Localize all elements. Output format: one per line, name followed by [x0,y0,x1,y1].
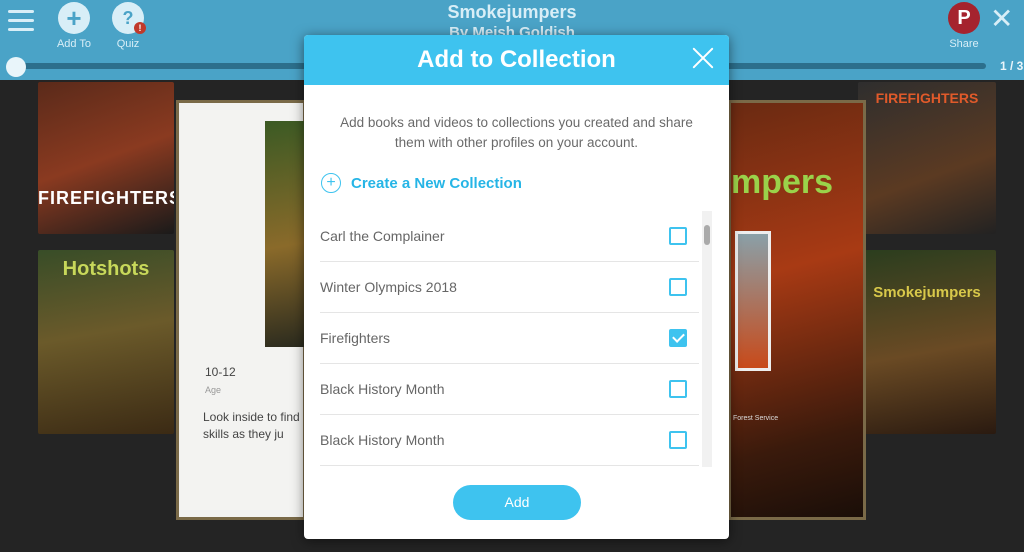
age-label: Age [205,385,222,395]
collection-checkbox-checked[interactable] [669,329,687,347]
book-tile[interactable]: FIREFIGHTERS [38,82,174,234]
book-tile-title: FIREFIGHTERS [38,188,174,208]
share-button[interactable]: P Share [942,2,986,50]
share-label: Share [949,38,979,50]
cover-title: mpers [731,163,834,201]
create-collection-label: Create a New Collection [351,174,522,192]
collection-item[interactable]: Winter Olympics 2018 [320,262,699,313]
pinterest-icon: P [948,2,980,34]
book-tile[interactable]: Smokejumpers [858,250,996,434]
book-tile-title: Hotshots [62,258,150,280]
book-description: Look inside to find skills as they ju [203,410,300,441]
close-reader-icon[interactable]: ✕ [990,2,1013,35]
collection-label: Black History Month [320,432,445,448]
collection-checkbox[interactable] [669,227,687,245]
book-tile[interactable]: FIREFIGHTERS [858,82,996,234]
collection-label: Carl the Complainer [320,228,445,244]
modal-header: Add to Collection [304,35,729,85]
collection-label: Black History Month [320,381,445,397]
collection-label: Winter Olympics 2018 [320,279,457,295]
collection-item[interactable]: Black History Month [320,415,699,466]
book-tile-title: FIREFIGHTERS [875,90,979,106]
create-new-collection-link[interactable]: + Create a New Collection [321,173,522,193]
collection-list[interactable]: Carl the Complainer Winter Olympics 2018… [320,211,699,467]
cover-footer: Forest Service [733,415,779,422]
book-cover-image [265,121,309,347]
collection-checkbox[interactable] [669,278,687,296]
add-button[interactable]: Add [453,485,581,520]
page-indicator: 1 / 3 [1000,59,1024,73]
progress-slider-knob[interactable] [6,57,26,77]
book-stats: 10-12 Age [205,365,236,395]
book-title: Smokejumpers [447,2,577,22]
collection-item[interactable]: Firefighters [320,313,699,364]
book-tile-title: Smokejumpers [873,284,981,301]
book-details-page: 10-12 Age Look inside to find skills as … [176,100,309,520]
collection-label: Firefighters [320,330,391,346]
scrollbar-thumb[interactable] [704,225,710,245]
add-to-collection-modal: Add to Collection Add books and videos t… [304,35,729,539]
collection-checkbox[interactable] [669,431,687,449]
close-icon[interactable] [691,46,715,70]
age-value: 10-12 [205,365,236,379]
collection-list-scrollbar[interactable] [702,211,712,467]
plus-circle-icon: + [321,173,341,193]
collection-checkbox[interactable] [669,380,687,398]
cover-photo [735,231,771,371]
modal-intro-text: Add books and videos to collections you … [340,115,693,150]
book-tile[interactable]: Hotshots [38,250,174,434]
collection-item[interactable]: Carl the Complainer [320,211,699,262]
book-cover-page: mpers Forest Service [728,100,866,520]
collection-item[interactable]: Black History Month [320,364,699,415]
modal-title: Add to Collection [417,46,616,73]
